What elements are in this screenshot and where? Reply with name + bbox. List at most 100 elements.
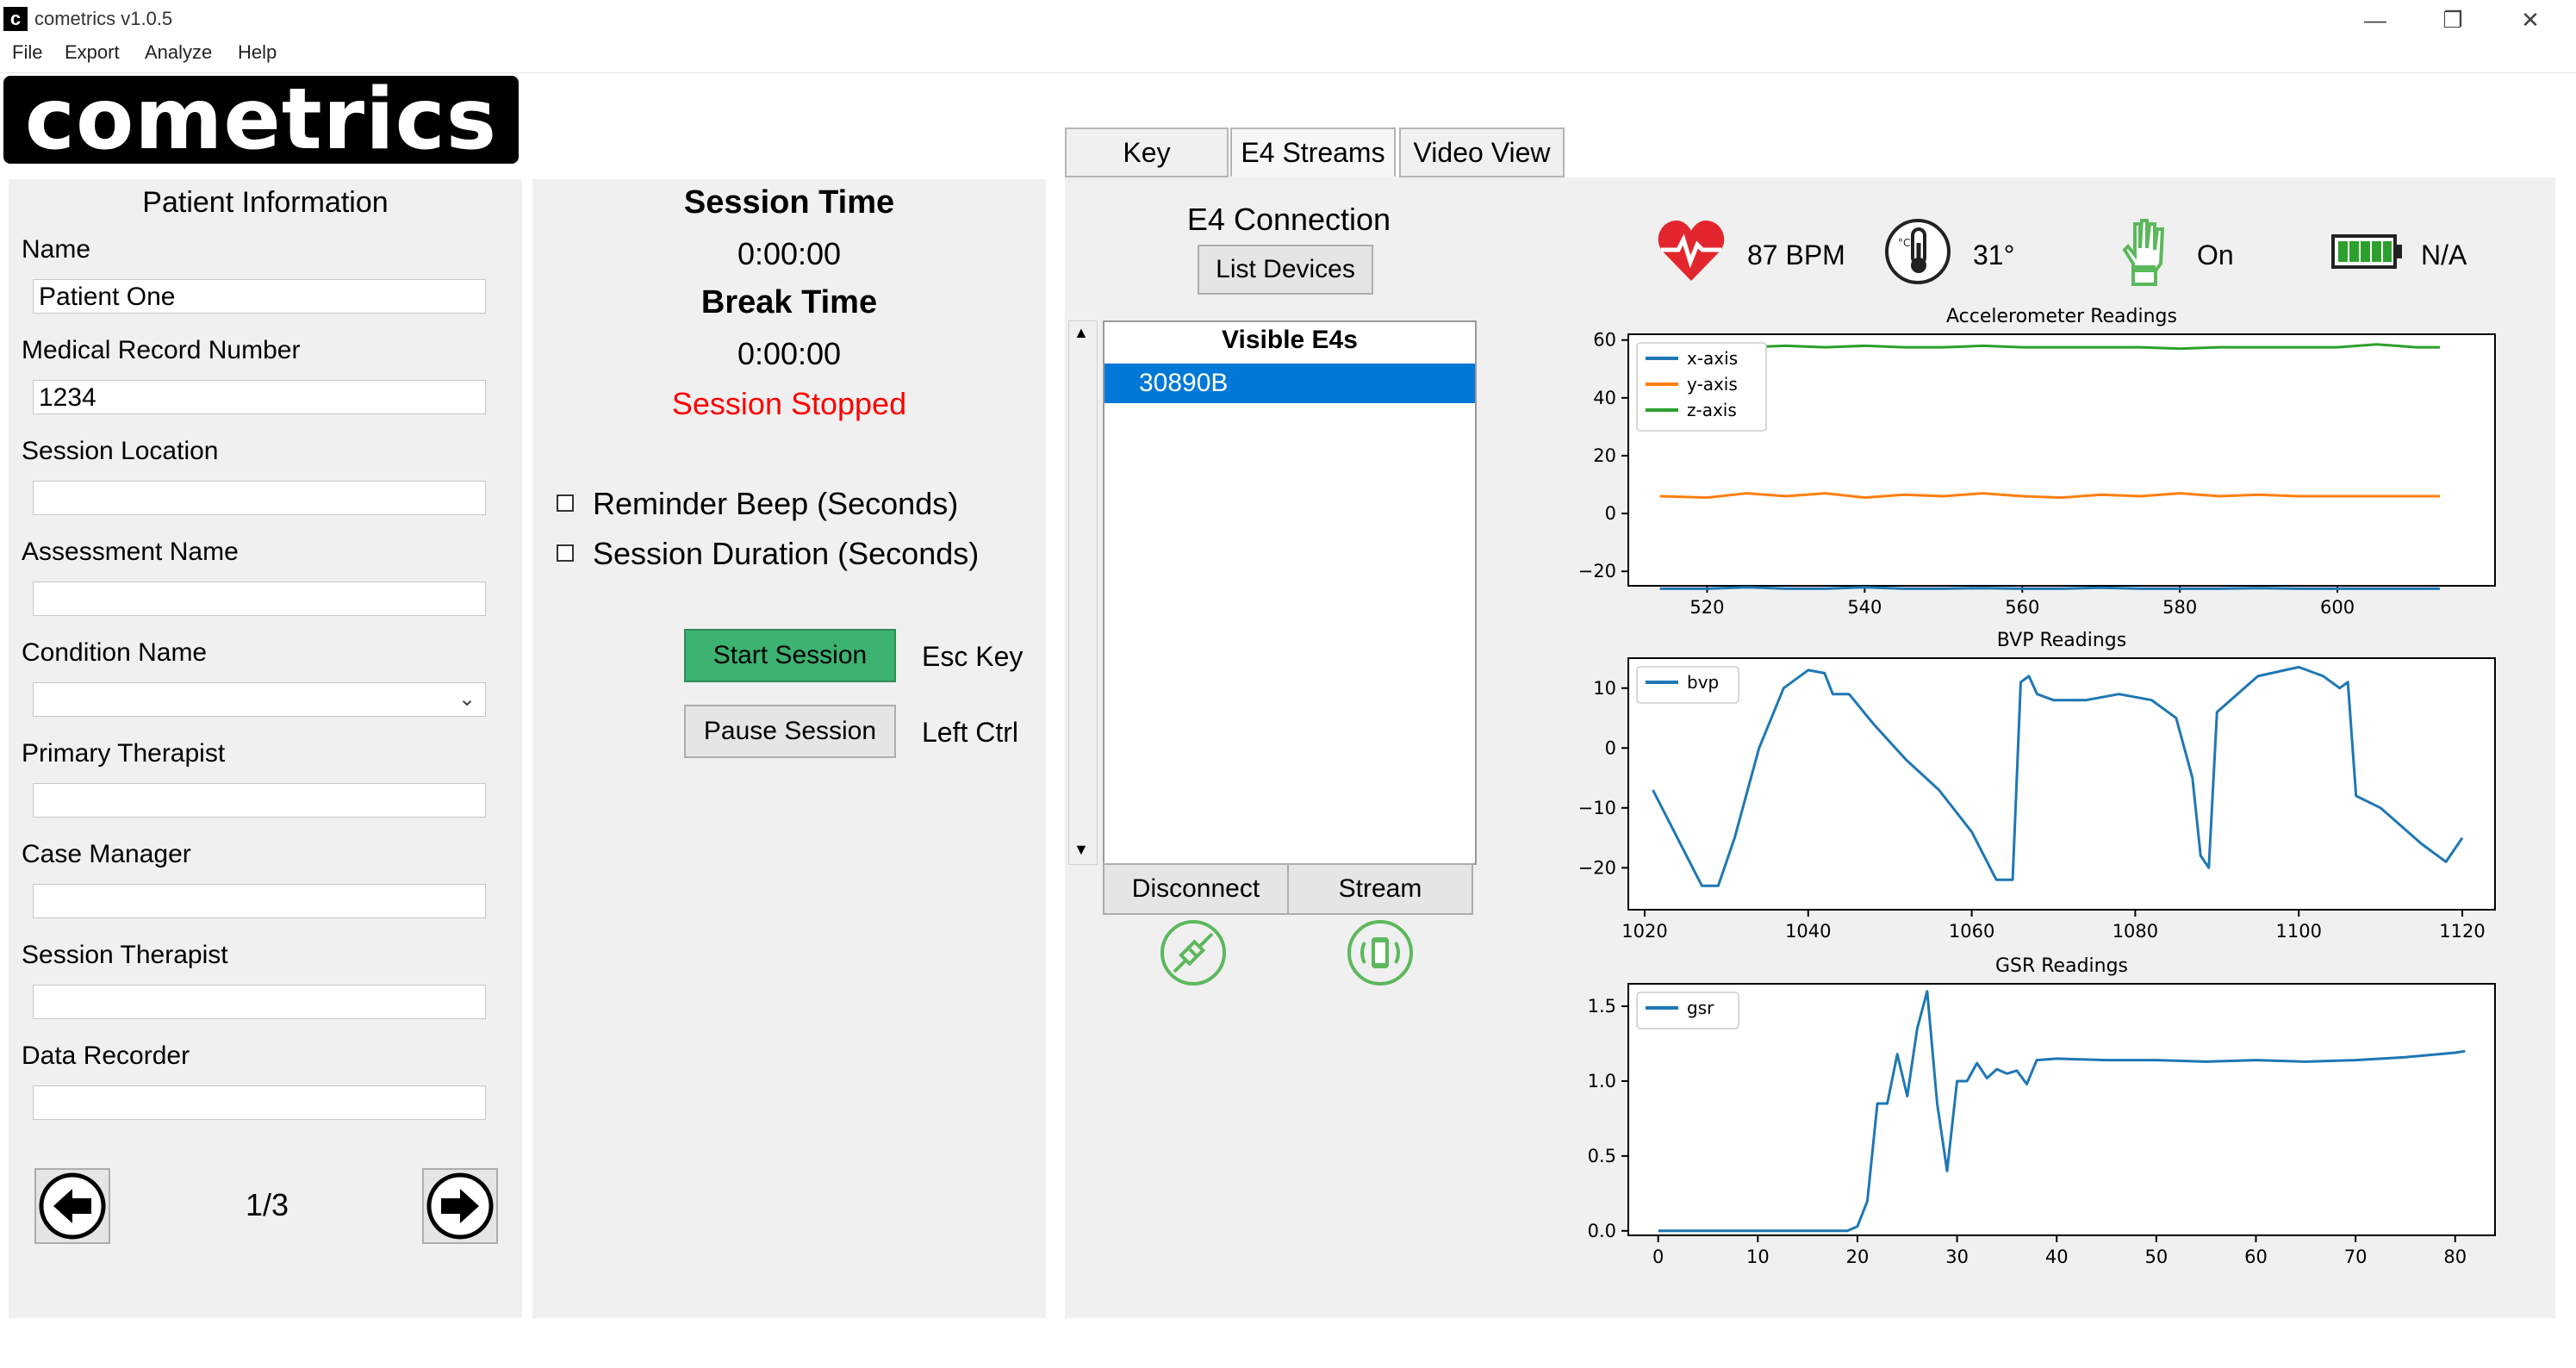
y-tick-label: −10 — [1578, 798, 1616, 818]
tab-video-view[interactable]: Video View — [1399, 127, 1565, 177]
reminder-beep-label: Reminder Beep (Seconds) — [593, 486, 959, 521]
x-tick-label: 20 — [1846, 1247, 1870, 1267]
x-tick-label: 10 — [1746, 1247, 1770, 1267]
menu-bar — [0, 38, 2576, 73]
heart-icon — [1656, 215, 1727, 289]
break-time-value: 0:00:00 — [737, 336, 842, 371]
thermometer-icon: °C — [1883, 217, 1952, 290]
condition-name-label: Condition Name — [22, 638, 208, 667]
y-tick-label: 10 — [1593, 678, 1616, 699]
x-tick-label: 1100 — [2276, 921, 2322, 942]
x-tick-label: 1120 — [2439, 921, 2485, 942]
session-therapist-input[interactable] — [33, 985, 486, 1019]
x-tick-label: 80 — [2443, 1247, 2467, 1267]
minimize-button[interactable]: — — [2336, 3, 2414, 36]
session-location-input[interactable] — [33, 481, 486, 515]
gsr-chart: GSR Readings 0 10 20 30 40 50 60 70 80 1.5 1.0 0.5 0.… — [1551, 946, 2524, 1273]
primary-therapist-input[interactable] — [33, 783, 486, 818]
scroll-down-arrow-icon[interactable]: ▼ — [1073, 841, 1089, 859]
title-bar — [0, 0, 2576, 38]
battery-value: N/A — [2421, 239, 2467, 270]
legend-label: bvp — [1687, 672, 1719, 693]
session-location-label: Session Location — [22, 437, 219, 465]
menu-file[interactable]: File — [12, 41, 42, 64]
temperature-value: 31° — [1973, 239, 2015, 270]
window-title: cometrics v1.0.5 — [34, 8, 173, 29]
pause-session-button[interactable]: Pause Session — [684, 705, 896, 758]
page-indicator: 1/3 — [245, 1187, 289, 1222]
x-tick-label: 1060 — [1949, 921, 1994, 942]
tab-e4-streams[interactable]: E4 Streams — [1230, 127, 1396, 177]
battery-icon — [2331, 233, 2404, 275]
pause-session-key: Left Ctrl — [922, 717, 1019, 748]
app-icon: c — [3, 7, 28, 31]
assessment-name-input[interactable] — [33, 581, 486, 616]
close-button[interactable]: ✕ — [2492, 3, 2569, 36]
session-therapist-label: Session Therapist — [22, 941, 228, 969]
reminder-beep-checkbox[interactable] — [557, 494, 574, 512]
y-tick-label: 0.5 — [1588, 1146, 1616, 1166]
bvp-chart: BVP Readings 1020 1040 1060 1080 1100 1120 10 0 −… — [1551, 620, 2524, 948]
session-time-label: Session Time — [683, 184, 895, 221]
assessment-name-label: Assessment Name — [22, 538, 239, 566]
heart-rate-value: 87 BPM — [1747, 239, 1845, 270]
y-tick-label: 0 — [1605, 503, 1616, 524]
session-status: Session Stopped — [671, 386, 907, 421]
y-tick-label: 0 — [1605, 737, 1616, 758]
stream-button[interactable]: Stream — [1287, 863, 1473, 915]
break-time-label: Break Time — [700, 284, 878, 320]
x-tick-label: 70 — [2344, 1247, 2368, 1267]
x-tick-label: 520 — [1689, 597, 1724, 618]
x-tick-label: 40 — [2045, 1247, 2069, 1267]
x-tick-label: 600 — [2320, 597, 2355, 618]
chart-title: Accelerometer Readings — [1946, 306, 2177, 327]
session-time-value: 0:00:00 — [737, 236, 842, 271]
data-recorder-input[interactable] — [33, 1085, 486, 1120]
device-list-scrollbar[interactable] — [1068, 320, 1098, 865]
y-tick-label: 40 — [1593, 388, 1616, 408]
x-tick-label: 60 — [2244, 1247, 2268, 1267]
medical-record-number-input[interactable]: 1234 — [33, 380, 486, 414]
chart-title: BVP Readings — [1997, 630, 2127, 651]
plot-area — [1627, 657, 2496, 911]
chevron-down-icon[interactable]: ⌄ — [458, 687, 476, 712]
hand-icon — [2121, 215, 2169, 292]
x-tick-label: 1020 — [1621, 921, 1667, 942]
stream-icon[interactable] — [1346, 918, 1415, 992]
condition-name-select[interactable] — [33, 682, 486, 717]
previous-page-button[interactable] — [34, 1168, 110, 1244]
arrow-right-icon — [426, 1172, 494, 1240]
menu-analyze[interactable]: Analyze — [145, 41, 212, 64]
y-tick-label: 20 — [1593, 445, 1616, 466]
legend-label: y-axis — [1687, 374, 1738, 395]
session-duration-label: Session Duration (Seconds) — [593, 536, 980, 571]
case-manager-input[interactable] — [33, 884, 486, 918]
plot-area — [1627, 983, 2496, 1236]
x-tick-label: 1040 — [1785, 921, 1831, 942]
x-tick-label: 0 — [1652, 1247, 1664, 1267]
x-tick-label: 50 — [2144, 1247, 2168, 1267]
app-logo: cometrics — [3, 76, 519, 164]
name-label: Name — [22, 235, 91, 264]
legend-label: gsr — [1687, 998, 1714, 1018]
x-tick-label: 540 — [1847, 597, 1882, 618]
next-page-button[interactable] — [422, 1168, 498, 1244]
tab-key-bindings[interactable]: Key Bindings — [1065, 127, 1229, 215]
series-line-x-axis — [1659, 586, 2440, 590]
disconnect-icon[interactable] — [1159, 918, 1228, 992]
y-tick-label: 60 — [1593, 330, 1616, 351]
menu-export[interactable]: Export — [65, 41, 120, 64]
session-duration-checkbox[interactable] — [557, 544, 574, 562]
arrow-left-icon — [39, 1172, 106, 1240]
name-input[interactable]: Patient One — [33, 279, 486, 314]
restore-button[interactable]: ❐ — [2414, 3, 2492, 36]
menu-help[interactable]: Help — [238, 41, 277, 64]
start-session-button[interactable]: Start Session — [684, 629, 896, 682]
disconnect-button[interactable]: Disconnect — [1103, 863, 1289, 915]
y-tick-label: 0.0 — [1588, 1221, 1616, 1241]
device-list-item[interactable]: 30890B — [1104, 364, 1475, 403]
list-devices-button[interactable]: List Devices — [1198, 245, 1373, 295]
case-manager-label: Case Manager — [22, 840, 191, 868]
e4-connection-title: E4 Connection — [1186, 202, 1391, 237]
scroll-up-arrow-icon[interactable]: ▲ — [1073, 324, 1089, 342]
